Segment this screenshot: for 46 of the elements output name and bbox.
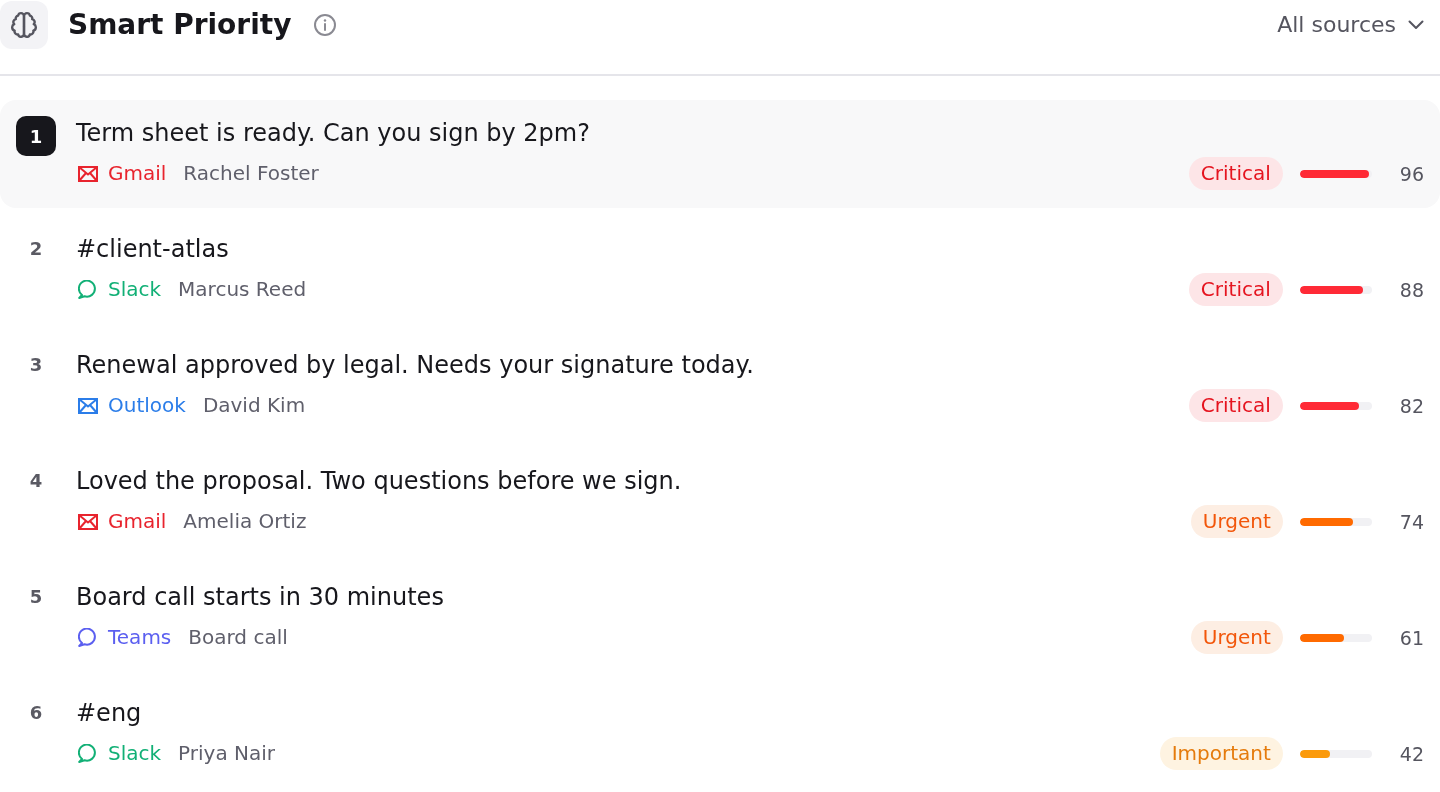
sender-name: Board call [188, 625, 288, 650]
priority-tag: Urgent [1190, 505, 1283, 538]
priority-tag: Critical [1188, 273, 1283, 306]
source-label: Gmail [108, 161, 167, 186]
rank-number: 3 [29, 354, 43, 376]
chevron-down-icon [1408, 20, 1424, 30]
message-row[interactable]: 6 #eng Slack Priya Nair Important 42 [0, 680, 1440, 788]
message-row[interactable]: 1 Term sheet is ready. Can you sign by 2pm? Gmail Rachel Foster Critical 96 [0, 100, 1440, 208]
source-label: Gmail [108, 509, 167, 534]
message-row[interactable]: 2 #client-atlas Slack Marcus Reed Critical 88 [0, 216, 1440, 324]
sender-name: Marcus Reed [178, 277, 307, 302]
score-value: 74 [1399, 509, 1424, 534]
rank-number: 6 [29, 702, 43, 724]
source-label: Slack [108, 741, 162, 766]
source-label: Teams [108, 625, 172, 650]
score-value: 61 [1399, 625, 1424, 650]
message-row[interactable]: 3 Renewal approved by legal. Needs your signature today. Outlook David Kim Critical 82 [0, 332, 1440, 440]
message-title: Term sheet is ready. Can you sign by 2pm? [76, 118, 591, 148]
message-title: Renewal approved by legal. Needs your signature today. [76, 350, 755, 380]
sender-name: David Kim [202, 393, 306, 418]
sender-name: Priya Nair [178, 741, 276, 766]
source-label: Outlook [108, 393, 186, 418]
message-row[interactable]: 4 Loved the proposal. Two questions before we sign. Gmail Amelia Ortiz Urgent 74 [0, 448, 1440, 556]
priority-tag: Important [1159, 737, 1283, 770]
rank-number: 4 [29, 470, 43, 492]
message-title: Loved the proposal. Two questions before we sign. [76, 466, 683, 496]
sender-name: Rachel Foster [183, 161, 319, 186]
info-icon[interactable] [314, 14, 337, 36]
priority-tag: Critical [1188, 157, 1283, 190]
priority-tag: Critical [1188, 389, 1283, 422]
rank-number: 5 [29, 586, 43, 608]
score-value: 88 [1399, 277, 1424, 302]
message-title: #client-atlas [76, 234, 230, 264]
source-label: Slack [108, 277, 162, 302]
score-value: 82 [1399, 393, 1424, 418]
source-filter-dropdown[interactable]: All sources [1277, 11, 1424, 39]
score-value: 96 [1399, 161, 1424, 186]
message-title: Board call starts in 30 minutes [76, 582, 445, 612]
message-title: #eng [76, 698, 143, 728]
priority-tag: Urgent [1190, 621, 1283, 654]
rank-badge: 1 [16, 116, 56, 156]
page-title: Smart Priority [68, 8, 292, 42]
sender-name: Amelia Ortiz [183, 509, 307, 534]
message-row[interactable]: 5 Board call starts in 30 minutes Teams Board call Urgent 61 [0, 564, 1440, 672]
rank-number: 2 [29, 238, 43, 260]
score-value: 42 [1399, 741, 1424, 766]
